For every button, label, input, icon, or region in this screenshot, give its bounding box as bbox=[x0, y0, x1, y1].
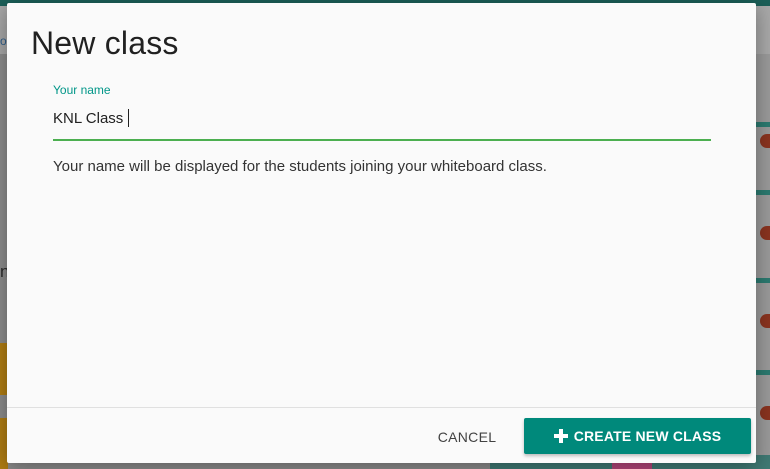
your-name-label: Your name bbox=[53, 83, 111, 97]
cancel-button-label: CANCEL bbox=[437, 429, 497, 445]
text-caret bbox=[128, 109, 129, 127]
footer-divider bbox=[7, 407, 756, 408]
background-stripe bbox=[756, 370, 770, 375]
background-link: o bbox=[0, 34, 7, 48]
background-stripe bbox=[756, 190, 770, 195]
background-stripe bbox=[756, 122, 770, 127]
plus-icon bbox=[553, 429, 568, 443]
new-class-dialog: New class Your name Your name will be di… bbox=[7, 3, 756, 463]
dialog-title: New class bbox=[31, 25, 179, 61]
your-name-input[interactable] bbox=[53, 105, 711, 131]
cancel-button[interactable]: CANCEL bbox=[421, 423, 513, 451]
background-avatar bbox=[760, 134, 770, 148]
background-stripe bbox=[756, 278, 770, 283]
background-avatar bbox=[760, 226, 770, 240]
background-avatar bbox=[760, 314, 770, 328]
create-new-class-button[interactable]: CREATE NEW CLASS bbox=[524, 418, 751, 454]
create-new-class-label: CREATE NEW CLASS bbox=[573, 428, 722, 444]
helper-text: Your name will be displayed for the stud… bbox=[53, 158, 547, 175]
your-name-underline bbox=[53, 139, 711, 141]
background-avatar bbox=[760, 406, 770, 420]
